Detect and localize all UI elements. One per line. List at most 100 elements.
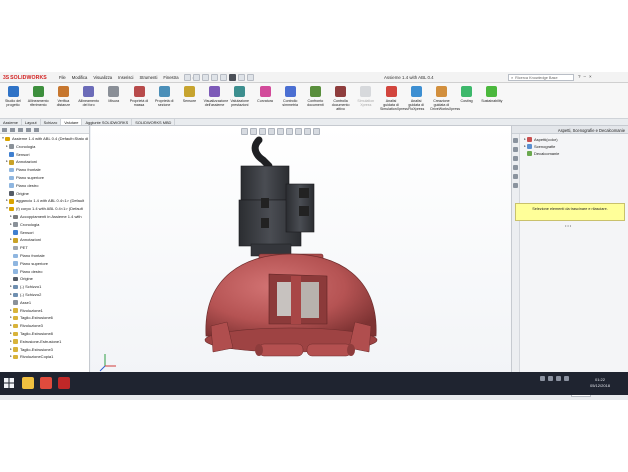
tree-item[interactable]: Piano frontale: [0, 166, 89, 174]
tree-item[interactable]: ▸ Annotazioni: [0, 236, 89, 244]
tree-item[interactable]: Piano superiore: [0, 174, 89, 182]
ribbon-button[interactable]: Simulation Xpress: [355, 86, 377, 107]
tree-item[interactable]: ▸ Cronologia: [0, 221, 89, 229]
command-tab[interactable]: Schizzo: [41, 119, 62, 125]
menu-item[interactable]: Strumenti: [138, 75, 158, 80]
feature-tree-tab-icon[interactable]: [2, 128, 7, 132]
ribbon-button[interactable]: Proprietà di sezione: [153, 86, 175, 107]
tree-item[interactable]: PET: [0, 244, 89, 252]
3d-model-view[interactable]: [91, 126, 511, 378]
language-icon[interactable]: [564, 376, 569, 381]
ribbon-button[interactable]: Curvatura: [254, 86, 276, 103]
appearances-icon[interactable]: [513, 174, 518, 179]
menu-item[interactable]: Finestra: [162, 75, 179, 80]
menu-item[interactable]: Modifica: [71, 75, 89, 80]
save-icon[interactable]: [202, 74, 209, 81]
ribbon-button[interactable]: Costing: [456, 86, 478, 103]
tree-item[interactable]: ▸ RivoluzioneCopia1: [0, 353, 89, 361]
help-icon[interactable]: ?: [578, 74, 581, 79]
tree-item[interactable]: ▸ Aspetti(color): [522, 136, 559, 143]
tree-item[interactable]: ▸ Annotazioni: [0, 158, 89, 166]
ribbon-button[interactable]: Verifica distanze: [52, 86, 74, 107]
tree-item[interactable]: ▸ Taglio-Estrusione6: [0, 314, 89, 322]
tree-item[interactable]: ▸ Scenografie: [522, 143, 559, 150]
ribbon-button[interactable]: Misura: [103, 86, 125, 103]
tree-item[interactable]: ▸ (-) Schizzo1: [0, 283, 89, 291]
tree-item[interactable]: Piano superiore: [0, 260, 89, 268]
ribbon-button[interactable]: Allineamento del foro: [78, 86, 100, 107]
tree-item[interactable]: ▸ aggancio 1.4 with ABL 0.4<1> (Default: [0, 197, 89, 205]
property-manager-tab-icon[interactable]: [10, 128, 15, 132]
tree-item[interactable]: Piano frontale: [0, 252, 89, 260]
tree-item[interactable]: ▾ (f) corpo 1.4 with ABL 0.4<1> (Default: [0, 205, 89, 213]
ribbon-button[interactable]: Confronto documenti: [304, 86, 326, 107]
solidworks-resources-icon[interactable]: [513, 138, 518, 143]
ribbon-button[interactable]: Analisi guidata di FloXpress: [405, 86, 427, 112]
ribbon-button[interactable]: Controlla documento attivo: [330, 86, 352, 112]
ribbon-button[interactable]: Analisi guidata di SimulationXpress: [380, 86, 408, 112]
tree-item[interactable]: ▸ Rivoluzione3: [0, 322, 89, 330]
ribbon-button[interactable]: Allineamento riferimento: [27, 86, 49, 107]
tree-item[interactable]: Asse1: [0, 299, 89, 307]
new-document-icon[interactable]: [184, 74, 191, 81]
chrome-icon[interactable]: [40, 377, 52, 389]
open-icon[interactable]: [193, 74, 200, 81]
graphics-area[interactable]: [91, 126, 511, 378]
tray-up-arrow-icon[interactable]: [540, 376, 545, 381]
search-input[interactable]: ⌕ Ricerca Knowledge Base: [508, 74, 574, 81]
ribbon-button[interactable]: Proprietà di massa: [128, 86, 150, 107]
tree-item[interactable]: ▸ Taglio-Estrusione3: [0, 346, 89, 354]
menu-item[interactable]: File: [58, 75, 67, 80]
windows-start-icon[interactable]: [4, 378, 14, 388]
ribbon-button[interactable]: Creazione guidata di DriveWorksXpress: [430, 86, 460, 112]
minimize-icon[interactable]: –: [584, 74, 587, 79]
print-icon[interactable]: [211, 74, 218, 81]
undo-icon[interactable]: [220, 74, 227, 81]
dimxpert-tab-icon[interactable]: [26, 128, 31, 132]
ribbon-button[interactable]: Studio del progetto: [2, 86, 24, 107]
tree-item[interactable]: Sensori: [0, 229, 89, 237]
display-manager-tab-icon[interactable]: [34, 128, 39, 132]
rebuild-icon[interactable]: [238, 74, 245, 81]
tree-item[interactable]: ▾ Assieme 1.4 with ABL 0.4 (Default<Stato…: [0, 135, 89, 143]
tree-item[interactable]: ▸ Accoppiamenti in Assieme 1.4 with: [0, 213, 89, 221]
tree-item[interactable]: Piano destro: [0, 182, 89, 190]
command-tab[interactable]: Assieme: [0, 119, 22, 125]
close-icon[interactable]: ×: [589, 74, 592, 79]
taskbar-clock[interactable]: 01:22 05/12/2018: [585, 377, 615, 389]
tree-item[interactable]: ▸ Cronologia: [0, 143, 89, 151]
windows-explorer-icon[interactable]: [22, 377, 34, 389]
tree-item[interactable]: Origine: [0, 275, 89, 283]
network-icon[interactable]: [548, 376, 553, 381]
design-library-icon[interactable]: [513, 147, 518, 152]
tree-item[interactable]: Piano destro: [0, 268, 89, 276]
solidworks-icon[interactable]: [58, 377, 70, 389]
menu-item[interactable]: Inserisci: [117, 75, 134, 80]
ribbon-button[interactable]: Sensore: [178, 86, 200, 103]
command-tab[interactable]: Aggiunte SOLIDWORKS: [82, 119, 133, 125]
tree-item[interactable]: ▸ Estrusione-Estrusione1: [0, 338, 89, 346]
ribbon-button[interactable]: Sustainability: [481, 86, 503, 103]
volume-icon[interactable]: [556, 376, 561, 381]
view-palette-icon[interactable]: [513, 165, 518, 170]
splitter-handle[interactable]: •••: [565, 223, 572, 228]
options-icon[interactable]: [247, 74, 254, 81]
solidworks-logo[interactable]: 3S SOLIDWORKS: [3, 74, 47, 82]
tree-item[interactable]: ▸ Taglio-Estrusione8: [0, 330, 89, 338]
custom-properties-icon[interactable]: [513, 183, 518, 188]
select-icon[interactable]: [229, 74, 236, 81]
command-tab[interactable]: SOLIDWORKS MBD: [132, 119, 176, 125]
ribbon-button[interactable]: Valutazione prestazioni: [229, 86, 251, 107]
tree-item[interactable]: Sensori: [0, 151, 89, 159]
tree-item[interactable]: Origine: [0, 190, 89, 198]
tree-item[interactable]: ▸ (-) Schizzo2: [0, 291, 89, 299]
tree-item[interactable]: Decalcomanie: [522, 150, 559, 157]
command-tab[interactable]: Valutare: [61, 119, 83, 125]
ribbon-button[interactable]: Controllo simmetria: [279, 86, 301, 107]
configuration-tab-icon[interactable]: [18, 128, 23, 132]
ribbon-button[interactable]: Visualizzazione dell'assieme: [204, 86, 228, 107]
command-tab[interactable]: Layout: [22, 119, 41, 125]
tree-item[interactable]: ▸ Rivoluzione1: [0, 307, 89, 315]
menu-item[interactable]: Visualizza: [92, 75, 113, 80]
file-explorer-icon[interactable]: [513, 156, 518, 161]
